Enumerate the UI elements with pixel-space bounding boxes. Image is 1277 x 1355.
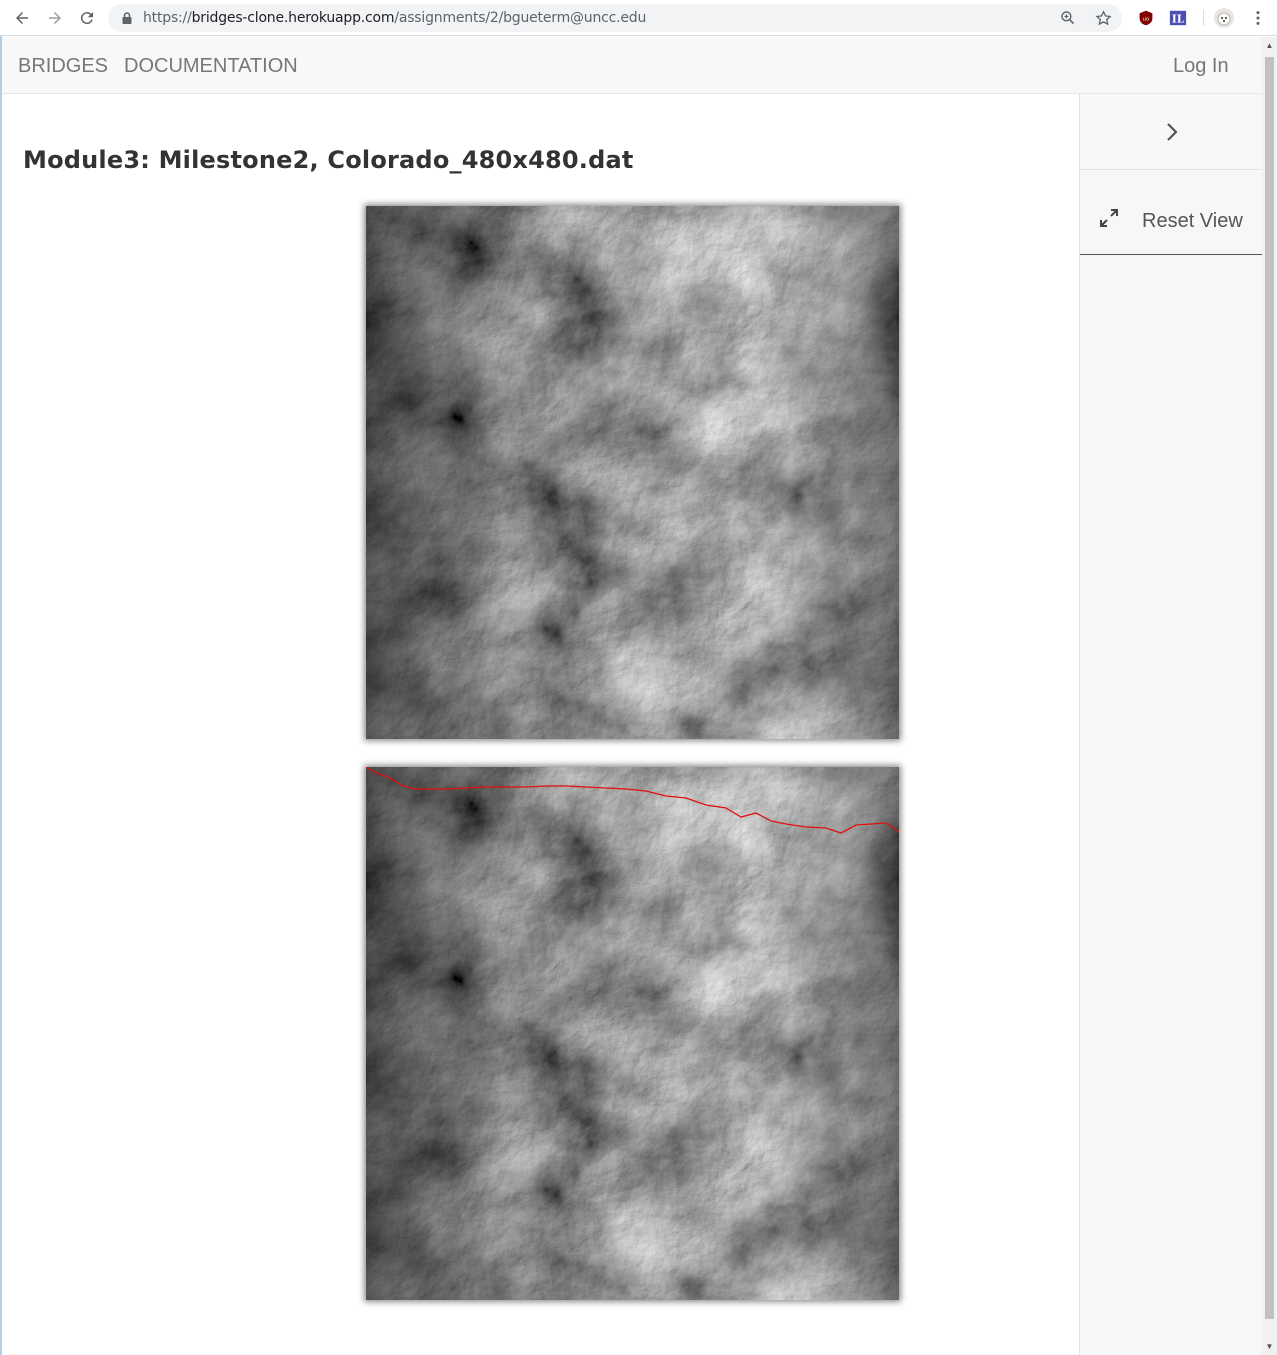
terrain-shading <box>366 206 899 739</box>
profile-avatar-icon[interactable] <box>1213 7 1235 29</box>
documentation-link[interactable]: DOCUMENTATION <box>124 55 298 78</box>
reset-view-label: Reset View <box>1142 210 1243 232</box>
viewport-edge <box>0 36 2 1355</box>
zoom-icon[interactable] <box>1058 8 1078 28</box>
brand-link[interactable]: BRIDGES <box>18 55 108 78</box>
url-path: /assignments/2/bgueterm@uncc.edu <box>394 10 647 26</box>
menu-kebab-icon[interactable] <box>1247 7 1269 29</box>
elevation-map[interactable] <box>366 206 899 739</box>
elevation-map-canvas <box>366 206 899 739</box>
bookmark-star-icon[interactable] <box>1093 8 1113 28</box>
ublock-icon[interactable]: uo <box>1135 7 1157 29</box>
page-title: Module3: Milestone2, Colorado_480x480.da… <box>23 146 634 174</box>
sidebar: Reset View <box>1079 94 1263 1355</box>
url-text: https://bridges-clone.herokuapp.com/assi… <box>143 10 646 26</box>
toolbar-divider <box>1203 10 1204 26</box>
chevron-right-icon <box>1166 122 1178 141</box>
scroll-up-icon[interactable]: ▲ <box>1265 41 1274 50</box>
url-scheme: https:// <box>143 10 192 26</box>
browser-toolbar: https://bridges-clone.herokuapp.com/assi… <box>0 0 1277 36</box>
svg-text:uo: uo <box>1143 16 1151 22</box>
elevation-map-path-canvas <box>366 767 899 1300</box>
elevation-map-with-path[interactable] <box>366 767 899 1300</box>
svg-text:IL: IL <box>1172 13 1185 26</box>
back-icon[interactable] <box>10 6 34 30</box>
reset-view-button[interactable]: Reset View <box>1080 170 1263 255</box>
lock-icon <box>120 11 134 25</box>
login-link[interactable]: Log In <box>1173 55 1229 78</box>
extension-icon[interactable]: IL <box>1167 7 1189 29</box>
sidebar-toggle-button[interactable] <box>1080 94 1263 170</box>
scroll-down-icon[interactable]: ▼ <box>1265 1342 1274 1351</box>
address-bar[interactable]: https://bridges-clone.herokuapp.com/assi… <box>108 4 1122 32</box>
expand-arrows-icon <box>1098 207 1120 229</box>
reload-icon[interactable] <box>75 6 99 30</box>
url-host: bridges-clone.herokuapp.com <box>191 10 395 26</box>
forward-icon[interactable] <box>43 6 67 30</box>
page-scrollbar[interactable]: ▲ ▼ <box>1262 37 1277 1355</box>
scroll-thumb[interactable] <box>1265 57 1274 1319</box>
terrain-shading <box>366 767 899 1300</box>
app-navbar: BRIDGES DOCUMENTATION Log In <box>2 37 1262 94</box>
